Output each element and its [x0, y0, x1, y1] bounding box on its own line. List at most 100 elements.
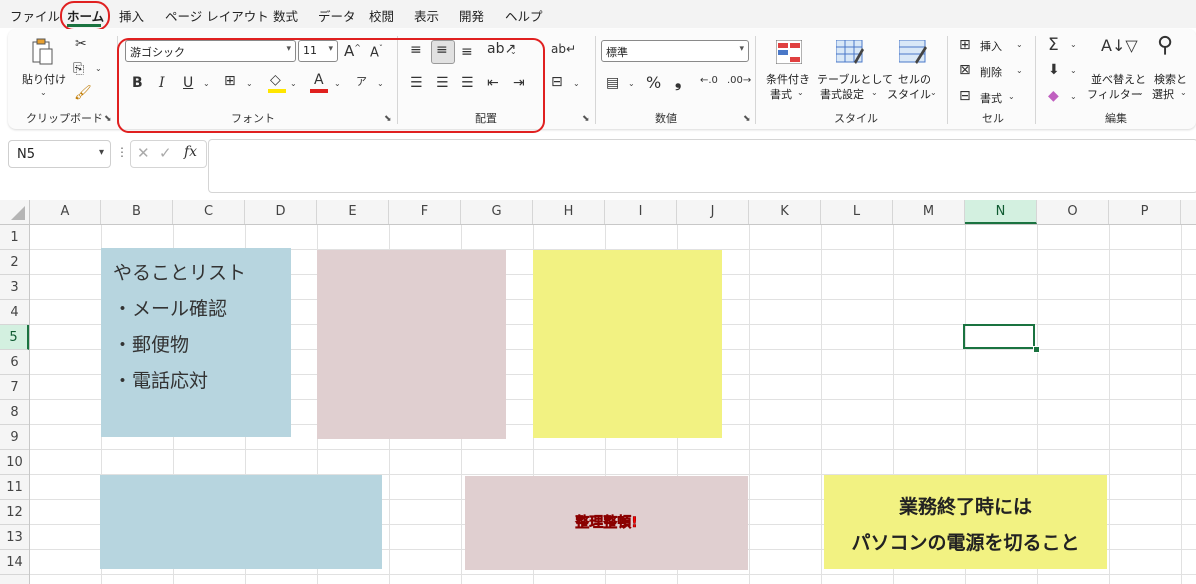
row-header[interactable]: 4	[0, 300, 29, 325]
column-header[interactable]: C	[173, 200, 245, 224]
column-header[interactable]: P	[1109, 200, 1181, 224]
italic-button[interactable]: I	[159, 75, 165, 91]
column-header[interactable]: A	[30, 200, 101, 224]
number-format-dropdown[interactable]: 標準 ▾	[601, 40, 749, 62]
row-header-selected[interactable]: 5	[0, 325, 29, 350]
phonetic-guide-icon[interactable]: ア	[356, 73, 367, 89]
format-cells-button[interactable]: 書式	[980, 90, 1002, 106]
number-launcher-icon[interactable]: ⬊	[743, 114, 751, 124]
font-color-icon[interactable]: A	[314, 72, 324, 88]
column-header-selected[interactable]: N	[965, 200, 1037, 224]
pink-note-shape[interactable]	[317, 250, 506, 439]
borders-icon[interactable]: ⊞	[224, 73, 236, 89]
font-name-dropdown[interactable]: 游ゴシック ▾	[125, 40, 296, 62]
decrease-font-size-icon[interactable]: Aˇ	[370, 44, 383, 60]
more-options-icon[interactable]: ⋮	[116, 145, 128, 159]
format-as-table-label-1[interactable]: テーブルとして	[817, 71, 893, 87]
bold-button[interactable]: B	[132, 75, 143, 91]
percent-style-button[interactable]: %	[646, 73, 661, 92]
column-header[interactable]: O	[1037, 200, 1109, 224]
chevron-down-icon[interactable]: ⌄	[1070, 66, 1077, 75]
column-header[interactable]: D	[245, 200, 317, 224]
row-header[interactable]: 12	[0, 500, 29, 525]
decrease-decimal-icon[interactable]: .00→	[727, 75, 751, 86]
find-select-icon[interactable]: ⚲	[1157, 33, 1173, 58]
cell-styles-label-2[interactable]: スタイル	[887, 86, 931, 102]
autosum-icon[interactable]: Σ	[1048, 35, 1059, 55]
cell-styles-label-1[interactable]: セルの	[898, 71, 931, 87]
underline-button[interactable]: U	[183, 75, 193, 91]
tab-help[interactable]: ヘルプ	[505, 6, 543, 25]
chevron-down-icon[interactable]: ⌄	[1070, 92, 1077, 101]
underline-chevron-icon[interactable]: ⌄	[203, 79, 210, 88]
orientation-chevron-icon[interactable]: ⌄	[510, 47, 517, 56]
column-header[interactable]: L	[821, 200, 893, 224]
column-header[interactable]: E	[317, 200, 389, 224]
accounting-format-icon[interactable]: ▤	[606, 75, 619, 91]
cancel-icon[interactable]: ✕	[137, 144, 150, 162]
accounting-chevron-icon[interactable]: ⌄	[628, 79, 635, 88]
find-select-label-1[interactable]: 検索と	[1154, 71, 1187, 87]
column-header[interactable]: H	[533, 200, 605, 224]
tab-data[interactable]: データ	[318, 6, 356, 25]
fill-icon[interactable]: ⬇	[1048, 62, 1060, 78]
column-header[interactable]: G	[461, 200, 533, 224]
chevron-down-icon[interactable]: ⌄	[1016, 66, 1023, 75]
tab-file[interactable]: ファイル	[10, 6, 60, 25]
select-all-button[interactable]	[0, 200, 30, 224]
sort-filter-icon[interactable]: A↓▽	[1101, 36, 1138, 55]
align-top-icon[interactable]: ≡	[410, 42, 422, 58]
decrease-indent-icon[interactable]: ⇤	[487, 75, 499, 91]
fill-color-icon[interactable]: ◇	[270, 72, 281, 88]
font-size-dropdown[interactable]: 11 ▾	[298, 40, 338, 62]
row-header[interactable]: 7	[0, 375, 29, 400]
row-header[interactable]: 8	[0, 400, 29, 425]
tab-view[interactable]: 表示	[414, 6, 439, 25]
column-header[interactable]: B	[101, 200, 173, 224]
row-header[interactable]: 11	[0, 475, 29, 500]
delete-cells-button[interactable]: 削除	[980, 64, 1002, 80]
enter-icon[interactable]: ✓	[159, 144, 172, 162]
tab-page-layout[interactable]: ページ レイアウト	[165, 6, 269, 25]
formula-input[interactable]	[208, 139, 1196, 193]
align-bottom-icon[interactable]: ≡	[461, 44, 473, 60]
column-header[interactable]: K	[749, 200, 821, 224]
fill-color-chevron-icon[interactable]: ⌄	[290, 79, 297, 88]
delete-cells-icon[interactable]: ⊠	[959, 62, 971, 78]
blue-note-shape[interactable]	[100, 475, 382, 569]
cut-icon[interactable]: ✂	[75, 36, 87, 52]
align-right-icon[interactable]: ☰	[461, 75, 474, 91]
paste-icon[interactable]	[30, 38, 54, 66]
tab-review[interactable]: 校閲	[369, 6, 394, 25]
insert-cells-button[interactable]: 挿入	[980, 38, 1002, 54]
row-header[interactable]: 9	[0, 425, 29, 450]
tab-formulas[interactable]: 数式	[273, 6, 298, 25]
increase-font-size-icon[interactable]: A^	[344, 42, 361, 60]
column-header[interactable]: I	[605, 200, 677, 224]
align-left-icon[interactable]: ☰	[410, 75, 423, 91]
column-header[interactable]: M	[893, 200, 965, 224]
format-as-table-icon[interactable]	[835, 39, 864, 64]
todo-list-shape[interactable]: やることリスト ・メール確認 ・郵便物 ・電話応対	[101, 248, 291, 437]
merge-center-icon[interactable]: ⊟	[551, 74, 563, 90]
align-center-icon[interactable]: ☰	[436, 75, 449, 91]
row-header[interactable]: 2	[0, 250, 29, 275]
row-header[interactable]: 14	[0, 550, 29, 575]
chevron-down-icon[interactable]: ⌄	[1070, 40, 1077, 49]
name-box[interactable]: N5 ▾	[8, 140, 111, 168]
row-header[interactable]: 13	[0, 525, 29, 550]
column-header[interactable]: J	[677, 200, 749, 224]
chevron-down-icon[interactable]: ⌄	[1016, 40, 1023, 49]
clipboard-launcher-icon[interactable]: ⬊	[104, 114, 112, 124]
tidy-note-shape[interactable]: 整理整頓!	[465, 476, 748, 570]
format-painter-icon[interactable]: 🖌	[74, 85, 92, 101]
cell-styles-icon[interactable]	[898, 39, 927, 64]
row-header[interactable]: 1	[0, 225, 29, 250]
sort-filter-label-1[interactable]: 並べ替えと	[1091, 71, 1146, 87]
chevron-down-icon[interactable]: ⌄	[930, 88, 937, 97]
increase-decimal-icon[interactable]: ←.0	[700, 75, 718, 86]
font-color-chevron-icon[interactable]: ⌄	[334, 79, 341, 88]
wrap-text-icon[interactable]: ab↵	[551, 42, 576, 56]
comma-style-button[interactable]: ❟	[675, 72, 681, 92]
row-header[interactable]: 6	[0, 350, 29, 375]
